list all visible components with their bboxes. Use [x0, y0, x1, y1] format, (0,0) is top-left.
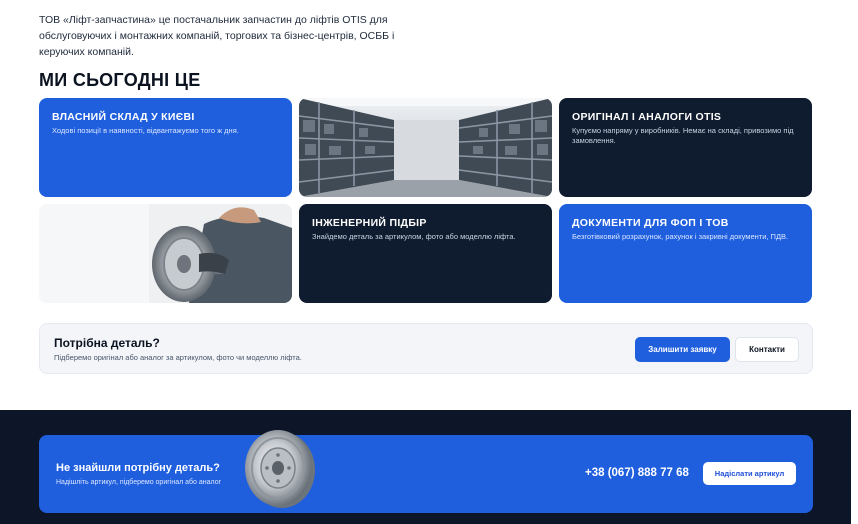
card-documents-text: Безготівковий розрахунок, рахунок і закр… — [572, 232, 789, 241]
footer-banner-title: Не знайшли потрібну деталь? — [56, 462, 220, 474]
card-engineering-title: ІНЖЕНЕРНИЙ ПІДБІР — [312, 217, 427, 229]
card-documents-title: ДОКУМЕНТИ ДЛЯ ФОП І ТОВ — [572, 217, 729, 229]
footer: Не знайшли потрібну деталь? Надішліть ар… — [0, 410, 851, 524]
phone-link[interactable]: +38 (067) 888 77 68 — [585, 467, 689, 479]
send-article-button[interactable]: Надіслати артикул — [703, 462, 796, 485]
worker-with-pulley-photo — [39, 204, 292, 303]
card-original-text: Купуємо напряму у виробників. Немає на с… — [572, 126, 794, 145]
request-panel-subtitle: Підберемо оригінал або аналог за артикул… — [54, 353, 302, 362]
intro-text: ТОВ «Ліфт-запчастина» це постачальник за… — [39, 14, 395, 58]
card-original: ОРИГІНАЛ І АНАЛОГИ OTIS Купуємо напряму … — [559, 98, 812, 197]
contacts-button[interactable]: Контакти — [735, 337, 799, 362]
card-warehouse-title: ВЛАСНИЙ СКЛАД У КИЄВІ — [52, 111, 195, 123]
card-engineering: ІНЖЕНЕРНИЙ ПІДБІР Знайдемо деталь за арт… — [299, 204, 552, 303]
footer-banner-subtitle: Надішліть артикул, підберемо оригінал аб… — [56, 479, 222, 486]
pulley-wheel-image — [242, 425, 318, 516]
request-panel: Потрібна деталь? Підберемо оригінал або … — [39, 323, 813, 374]
card-engineering-text: Знайдемо деталь за артикулом, фото або м… — [312, 232, 516, 241]
section-title: МИ СЬОГОДНІ ЦЕ — [39, 70, 201, 90]
card-original-title: ОРИГІНАЛ І АНАЛОГИ OTIS — [572, 111, 722, 123]
warehouse-photo — [299, 98, 552, 197]
card-warehouse: ВЛАСНИЙ СКЛАД У КИЄВІ Ходові позиції в н… — [39, 98, 292, 197]
footer-banner: Не знайшли потрібну деталь? Надішліть ар… — [39, 430, 813, 513]
card-documents: ДОКУМЕНТИ ДЛЯ ФОП І ТОВ Безготівковий ро… — [559, 204, 812, 303]
leave-request-button[interactable]: Залишити заявку — [635, 337, 730, 362]
request-panel-title: Потрібна деталь? — [54, 336, 160, 350]
card-warehouse-text: Ходові позиції в наявності, відвантажуєм… — [52, 126, 239, 135]
